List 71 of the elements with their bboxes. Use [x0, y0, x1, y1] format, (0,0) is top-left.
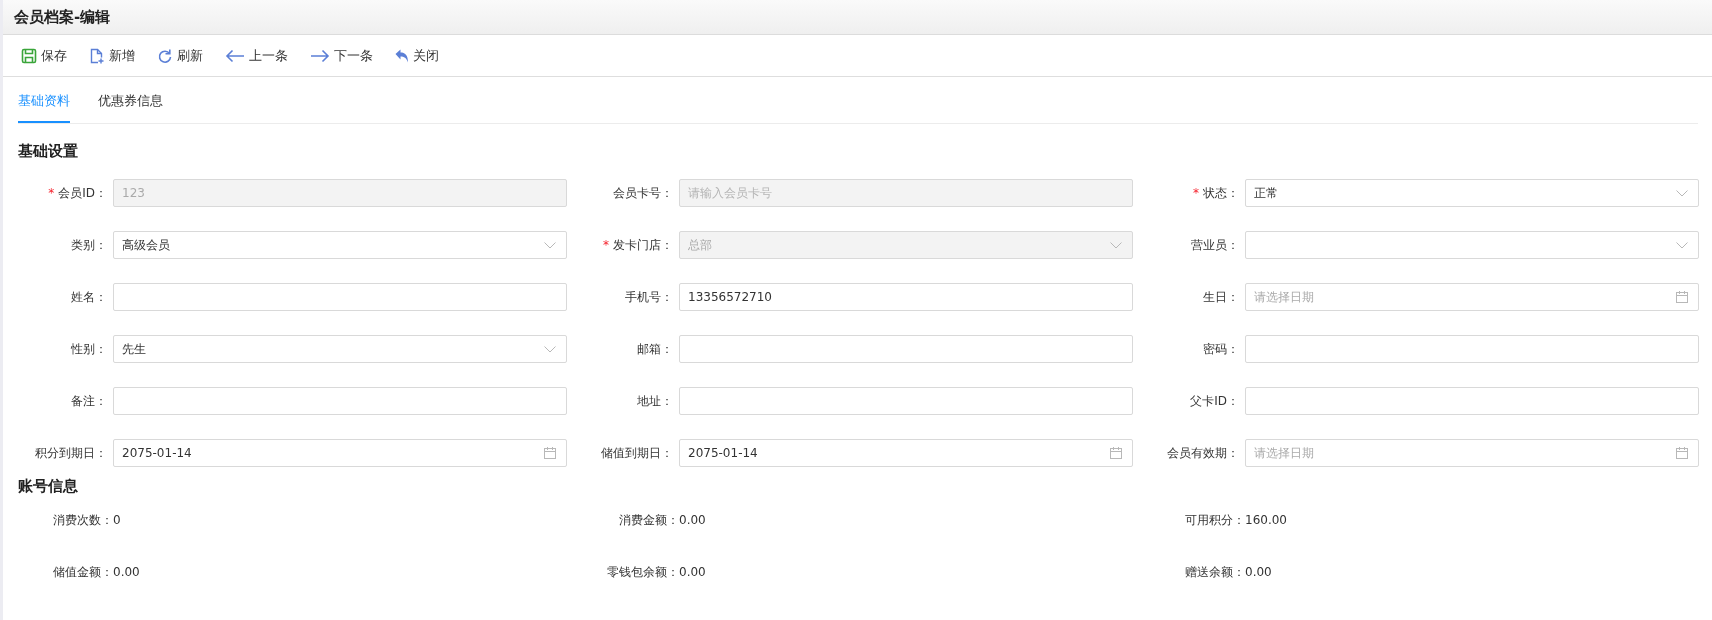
field-label: 会员卡号：: [613, 184, 673, 202]
chevron-down-icon: [1110, 241, 1122, 249]
info-label: 储值金额：: [52, 563, 113, 581]
chevron-down-icon: [1676, 189, 1688, 197]
section-title: 账号信息: [17, 476, 79, 497]
info-value: 0.00: [679, 565, 706, 579]
field-label: 姓名：: [71, 288, 107, 306]
new-file-icon: [89, 47, 105, 64]
field-label: 营业员：: [1191, 236, 1239, 254]
required-asterisk: *: [603, 238, 609, 252]
section-title: 基础设置: [17, 141, 79, 162]
required-asterisk: *: [48, 186, 55, 200]
toolbar-button[interactable]: 下一条: [310, 46, 373, 65]
field-label: 地址：: [637, 392, 673, 410]
toolbar-button[interactable]: 上一条: [225, 46, 288, 65]
info-label: 零钱包余额：: [606, 563, 679, 581]
field-label: 密码：: [1203, 340, 1239, 358]
date-field[interactable]: 2075-01-14: [679, 439, 1133, 467]
calendar-icon: [1676, 447, 1688, 459]
info-label: 可用积分：: [1184, 511, 1245, 529]
field-label: 性别：: [71, 340, 107, 358]
calendar-icon: [544, 447, 556, 459]
input-field[interactable]: [113, 387, 567, 415]
select-field[interactable]: 高级会员: [113, 231, 567, 259]
right-arrow-icon: [310, 48, 330, 63]
input-field[interactable]: [679, 387, 1133, 415]
save-icon: [21, 47, 37, 64]
field-label: 生日：: [1203, 288, 1239, 306]
info-label: 消费金额：: [618, 511, 679, 529]
toolbar-button[interactable]: 关闭: [395, 46, 439, 65]
refresh-icon: [157, 47, 173, 64]
chevron-down-icon: [1676, 241, 1688, 249]
toolbar-button[interactable]: 刷新: [157, 46, 203, 65]
field-label: 积分到期日：: [35, 444, 107, 462]
field-label: 备注：: [71, 392, 107, 410]
info-value: 0: [113, 513, 121, 527]
toolbar-button[interactable]: 保存: [21, 46, 67, 65]
undo-arrow-icon: [395, 48, 409, 63]
input-field[interactable]: [1245, 387, 1699, 415]
window-title: 会员档案-编辑: [14, 7, 111, 27]
field-label: 储值到期日：: [601, 444, 673, 462]
input-field[interactable]: [113, 283, 567, 311]
select-field[interactable]: [1245, 231, 1699, 259]
info-label: 消费次数：: [52, 511, 113, 529]
info-value: 0.00: [679, 513, 706, 527]
left-arrow-icon: [225, 48, 245, 63]
field-label: 父卡ID：: [1190, 392, 1239, 410]
required-asterisk: *: [1193, 186, 1199, 200]
toolbar-button[interactable]: 新增: [89, 46, 135, 65]
chevron-down-icon: [544, 241, 556, 249]
chevron-down-icon: [544, 345, 556, 353]
select-field[interactable]: 先生: [113, 335, 567, 363]
field-label: 会员ID：: [58, 184, 107, 202]
info-value: 0.00: [1245, 565, 1272, 579]
date-field[interactable]: 2075-01-14: [113, 439, 567, 467]
field-label: 手机号：: [625, 288, 673, 306]
info-value: 160.00: [1245, 513, 1287, 527]
input-field[interactable]: [679, 335, 1133, 363]
tab[interactable]: 优惠券信息: [98, 77, 163, 123]
field-label: 会员有效期：: [1167, 444, 1239, 462]
field-label: 邮箱：: [637, 340, 673, 358]
info-label: 赠送余额：: [1184, 563, 1245, 581]
select-field[interactable]: 正常: [1245, 179, 1699, 207]
field-label: 状态：: [1203, 184, 1239, 202]
info-value: 0.00: [113, 565, 140, 579]
input-field[interactable]: 13356572710: [679, 283, 1133, 311]
field-label: 类别：: [71, 236, 107, 254]
calendar-icon: [1676, 291, 1688, 303]
calendar-icon: [1110, 447, 1122, 459]
field-label: 发卡门店：: [613, 236, 673, 254]
input-field[interactable]: [1245, 335, 1699, 363]
